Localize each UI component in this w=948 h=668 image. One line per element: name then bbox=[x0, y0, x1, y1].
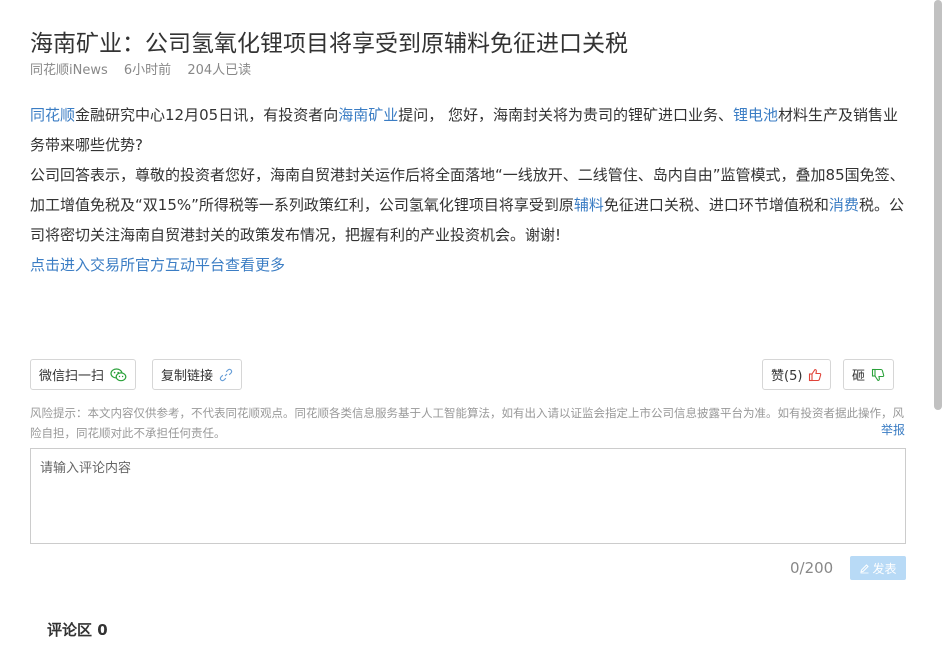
publish-label: 发表 bbox=[872, 561, 897, 576]
article-paragraph-question: 同花顺金融研究中心12月05日讯，有投资者向海南矿业提问， 您好，海南封关将为贵… bbox=[30, 100, 910, 160]
comment-section-title: 评论区 0 bbox=[47, 621, 108, 639]
article-time: 6小时前 bbox=[123, 63, 172, 78]
thumbs-up-icon bbox=[809, 368, 822, 381]
pencil-icon bbox=[860, 563, 870, 573]
like-button[interactable]: 赞(5) bbox=[762, 359, 832, 390]
dislike-label: 砸 bbox=[852, 369, 866, 384]
publish-button[interactable]: 发表 bbox=[850, 556, 906, 580]
text-segment: 金融研究中心12月05日讯，有投资者向 bbox=[75, 106, 339, 124]
risk-notice: 风险提示：本文内容仅供参考，不代表同花顺观点。同花顺各类信息服务基于人工智能算法… bbox=[30, 406, 904, 440]
keyword-link[interactable]: 锂电池 bbox=[733, 106, 778, 124]
dislike-button[interactable]: 砸 bbox=[843, 359, 895, 390]
article-paragraph-answer: 公司回答表示，尊敬的投资者您好，海南自贸港封关运作后将全面落地“一线放开、二线管… bbox=[30, 160, 910, 250]
keyword-link[interactable]: 辅料 bbox=[574, 196, 604, 214]
comment-char-counter: 0/200 bbox=[790, 559, 834, 577]
thumbs-down-icon bbox=[871, 368, 885, 381]
article-meta: 同花顺iNews 6小时前 204人已读 bbox=[30, 59, 263, 78]
more-link-row: 点击进入交易所官方互动平台查看更多 bbox=[30, 250, 910, 280]
wechat-share-button[interactable]: 微信扫一扫 bbox=[30, 359, 137, 390]
more-link[interactable]: 点击进入交易所官方互动平台查看更多 bbox=[30, 256, 285, 274]
copy-link-label: 复制链接 bbox=[161, 369, 214, 384]
keyword-link[interactable]: 消费 bbox=[829, 196, 859, 214]
link-icon bbox=[219, 368, 233, 381]
keyword-link[interactable]: 海南矿业 bbox=[338, 106, 398, 124]
keyword-link[interactable]: 同花顺 bbox=[30, 106, 75, 124]
text-segment: 提问， 您好，海南封关将为贵司的锂矿进口业务、 bbox=[398, 106, 733, 124]
wechat-icon bbox=[110, 367, 127, 381]
page-scrollbar-thumb[interactable] bbox=[934, 0, 942, 410]
comment-input[interactable] bbox=[30, 448, 906, 544]
article-body: 同花顺金融研究中心12月05日讯，有投资者向海南矿业提问， 您好，海南封关将为贵… bbox=[30, 100, 910, 280]
copy-link-button[interactable]: 复制链接 bbox=[152, 359, 243, 390]
page: 海南矿业：公司氢氧化锂项目将享受到原辅料免征进口关税 同花顺iNews 6小时前… bbox=[0, 0, 948, 668]
article-title: 海南矿业：公司氢氧化锂项目将享受到原辅料免征进口关税 bbox=[30, 31, 628, 58]
like-label: 赞(5) bbox=[771, 369, 803, 384]
wechat-share-label: 微信扫一扫 bbox=[39, 369, 105, 384]
report-link[interactable]: 举报 bbox=[881, 421, 905, 438]
article-reads: 204人已读 bbox=[187, 63, 252, 78]
article-source: 同花顺iNews bbox=[30, 63, 108, 78]
text-segment: 免征进口关税、进口环节增值税和 bbox=[603, 196, 829, 214]
